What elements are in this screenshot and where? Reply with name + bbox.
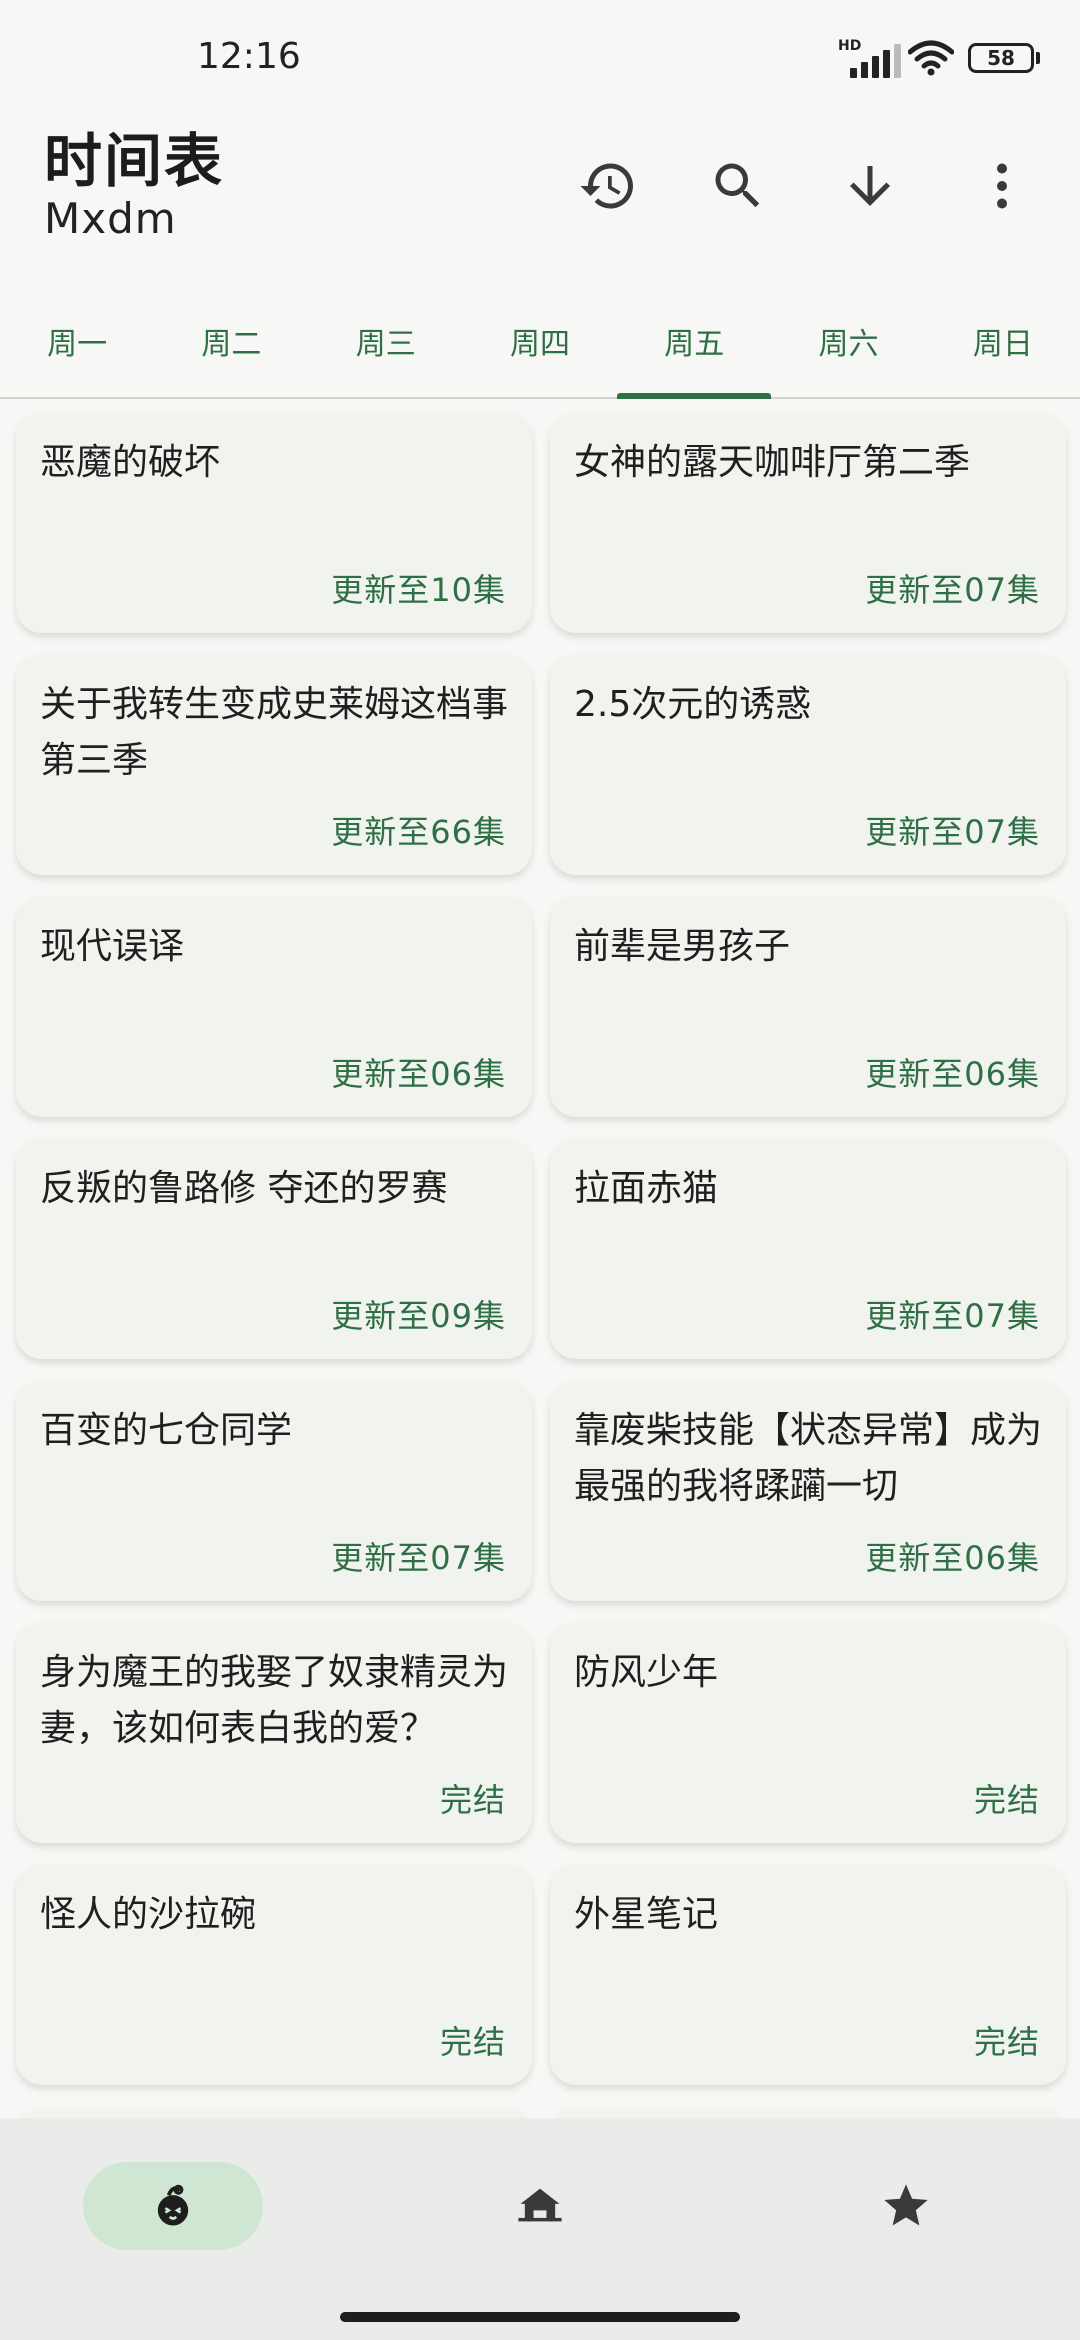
- search-icon: [715, 163, 760, 208]
- card-title: 防风少年: [574, 1652, 719, 1693]
- card-title: 恶魔的破坏: [40, 442, 221, 483]
- card-title: 女神的露天咖啡厅第二季: [574, 442, 971, 483]
- page-title: 时间表: [44, 127, 225, 195]
- anime-card[interactable]: 百变的七仓同学更新至07集: [16, 1381, 532, 1601]
- card-status: 完结: [973, 1781, 1040, 1819]
- card-status: 更新至66集: [331, 813, 506, 851]
- anime-card[interactable]: 身为魔王的我娶了奴隶精灵为妻，该如何表白我的爱？ 完结: [16, 1623, 532, 1843]
- anime-card[interactable]: 外星笔记完结: [550, 1865, 1066, 2085]
- card-status: 更新至07集: [865, 1297, 1040, 1335]
- anime-card[interactable]: 拉面赤猫更新至07集: [550, 1139, 1066, 1359]
- card-status: 更新至06集: [331, 1055, 506, 1093]
- tab-tuesday[interactable]: 周二: [154, 285, 308, 397]
- status-icons: HD 58: [838, 38, 1040, 78]
- card-title: 怪人的沙拉碗: [40, 1894, 257, 1935]
- card-status: 更新至10集: [331, 571, 506, 609]
- status-bar: 12:16 HD 58: [0, 0, 1080, 110]
- history-button[interactable]: [570, 148, 646, 224]
- card-status: 更新至06集: [865, 1539, 1040, 1577]
- more-options-button[interactable]: [964, 148, 1040, 224]
- card-title: 前辈是男孩子: [574, 926, 791, 967]
- bottom-navigation: [0, 2118, 1080, 2340]
- tab-saturday[interactable]: 周六: [771, 285, 925, 397]
- card-title: 关于我转生变成史莱姆这档事第三季: [40, 684, 509, 781]
- download-button[interactable]: [832, 148, 908, 224]
- anime-card[interactable]: 前辈是男孩子更新至06集: [550, 897, 1066, 1117]
- card-status: 更新至07集: [865, 813, 1040, 851]
- card-status: 更新至09集: [331, 1297, 506, 1335]
- card-status: 完结: [439, 1781, 506, 1819]
- card-title: 百变的七仓同学: [40, 1410, 293, 1451]
- battery-level: 58: [968, 43, 1034, 73]
- nav-home[interactable]: [450, 2162, 630, 2250]
- anime-card[interactable]: 反叛的鲁路修 夺还的罗赛更新至09集: [16, 1139, 532, 1359]
- status-time: 12:16: [197, 36, 301, 77]
- card-title: 身为魔王的我娶了奴隶精灵为妻，该如何表白我的爱？: [40, 1652, 509, 1749]
- card-title: 2.5次元的诱惑: [574, 684, 812, 725]
- anime-card[interactable]: 女神的露天咖啡厅第二季更新至07集: [550, 413, 1066, 633]
- tab-monday[interactable]: 周一: [0, 285, 154, 397]
- wifi-icon: [908, 40, 954, 76]
- card-status: 完结: [973, 2023, 1040, 2061]
- app-bar: 时间表 Mxdm: [0, 110, 1080, 280]
- star-icon: [884, 2184, 928, 2226]
- nav-favorites[interactable]: [816, 2162, 996, 2250]
- weekday-tabs: 周一 周二 周三 周四 周五 周六 周日: [0, 285, 1080, 399]
- battery-icon: 58: [968, 43, 1040, 73]
- schedule-grid: 恶魔的破坏更新至10集 女神的露天咖啡厅第二季更新至07集 关于我转生变成史莱姆…: [16, 413, 1066, 2085]
- card-title: 外星笔记: [574, 1894, 719, 1935]
- anime-card[interactable]: 防风少年完结: [550, 1623, 1066, 1843]
- card-status: 完结: [439, 2023, 506, 2061]
- anime-card[interactable]: 怪人的沙拉碗完结: [16, 1865, 532, 2085]
- mascot-icon: [157, 2184, 189, 2226]
- download-icon: [850, 166, 890, 206]
- anime-card[interactable]: 现代误译更新至06集: [16, 897, 532, 1117]
- card-title: 拉面赤猫: [574, 1168, 719, 1209]
- anime-card[interactable]: 恶魔的破坏更新至10集: [16, 413, 532, 633]
- anime-card[interactable]: 关于我转生变成史莱姆这档事第三季更新至66集: [16, 655, 532, 875]
- signal-icon: HD: [838, 38, 901, 78]
- card-status: 更新至06集: [865, 1055, 1040, 1093]
- card-title: 现代误译: [40, 926, 185, 967]
- history-icon: [580, 163, 633, 209]
- tab-sunday[interactable]: 周日: [926, 285, 1080, 397]
- card-title: 靠废柴技能【状态异常】成为最强的我将蹂躏一切: [574, 1410, 1043, 1507]
- tab-thursday[interactable]: 周四: [463, 285, 617, 397]
- home-icon: [518, 2188, 562, 2222]
- card-status: 更新至07集: [865, 571, 1040, 609]
- card-status: 更新至07集: [331, 1539, 506, 1577]
- gesture-bar[interactable]: [340, 2312, 740, 2322]
- anime-card[interactable]: 2.5次元的诱惑更新至07集: [550, 655, 1066, 875]
- more-vert-icon: [997, 163, 1007, 209]
- page-subtitle: Mxdm: [44, 194, 177, 243]
- search-button[interactable]: [700, 148, 776, 224]
- card-title: 反叛的鲁路修 夺还的罗赛: [40, 1168, 448, 1209]
- tab-friday[interactable]: 周五: [617, 285, 772, 399]
- anime-card[interactable]: 靠废柴技能【状态异常】成为最强的我将蹂躏一切更新至06集: [550, 1381, 1066, 1601]
- tab-wednesday[interactable]: 周三: [309, 285, 463, 397]
- nav-schedule[interactable]: [83, 2162, 263, 2250]
